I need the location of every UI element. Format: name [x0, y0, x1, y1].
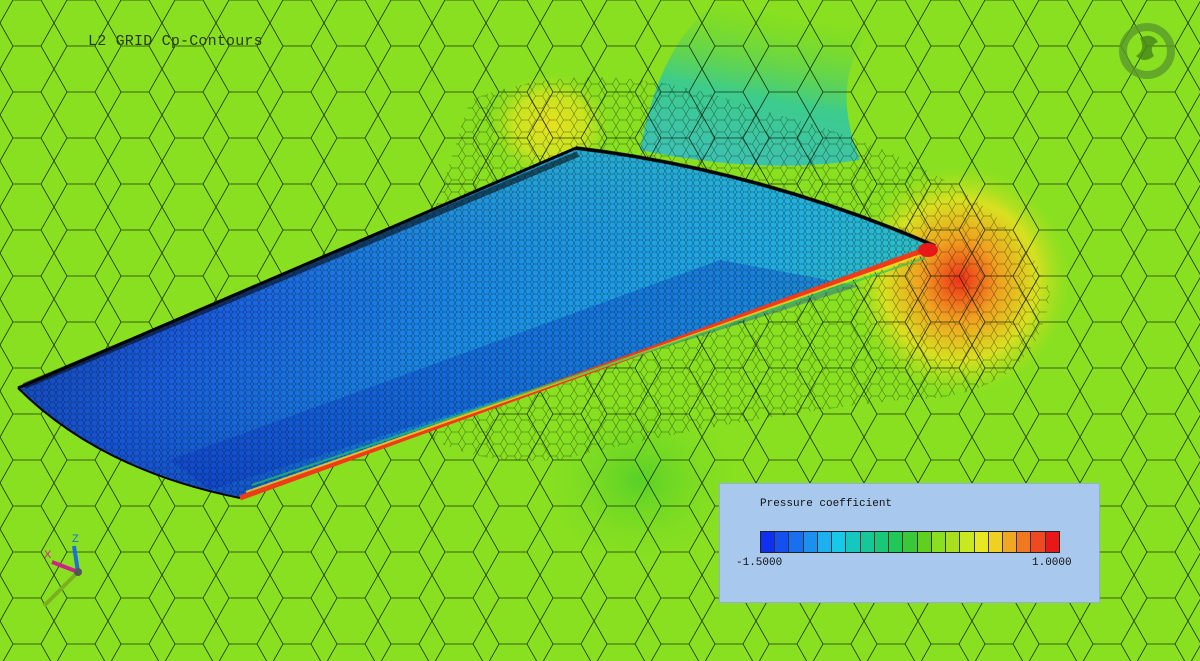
colorbar-segment: [874, 532, 890, 552]
legend-title: Pressure coefficient: [760, 498, 893, 510]
colorbar-segment: [946, 532, 961, 552]
legend-max-label: 1.0000: [1032, 557, 1072, 569]
pressure-legend: Pressure coefficient -1.5000 1.0000: [719, 483, 1100, 603]
colorbar-segment: [903, 532, 918, 552]
colorbar-segment: [917, 532, 932, 552]
colorbar-segment: [988, 532, 1003, 552]
colorbar-segment: [1017, 532, 1032, 552]
colorbar-segment: [931, 532, 947, 552]
colorbar-segment: [803, 532, 818, 552]
colorbar-segment: [775, 532, 790, 552]
axis-triad-icon[interactable]: Z X: [34, 528, 104, 614]
colorbar-segment: [889, 532, 904, 552]
axis-x-label: X: [44, 549, 52, 561]
cfd-viewport[interactable]: L2 GRID Cp-Contours Z X Pressure coeffic…: [0, 0, 1200, 661]
colorbar-segment: [1002, 532, 1018, 552]
colorbar-segment: [1031, 532, 1046, 552]
colorbar-segment: [761, 532, 776, 552]
colorbar-segment: [789, 532, 804, 552]
colorbar-segment: [846, 532, 861, 552]
legend-colorbar: [760, 531, 1060, 553]
colorbar-segment: [1045, 532, 1059, 552]
colorbar-segment: [960, 532, 975, 552]
view-title: L2 GRID Cp-Contours: [88, 33, 263, 50]
colorbar-segment: [974, 532, 989, 552]
colorbar-segment: [817, 532, 833, 552]
colorbar-segment: [860, 532, 875, 552]
axis-z-label: Z: [72, 533, 79, 545]
colorbar-segment: [832, 532, 847, 552]
legend-min-label: -1.5000: [736, 557, 783, 569]
solver-logo-icon: [1112, 16, 1182, 86]
